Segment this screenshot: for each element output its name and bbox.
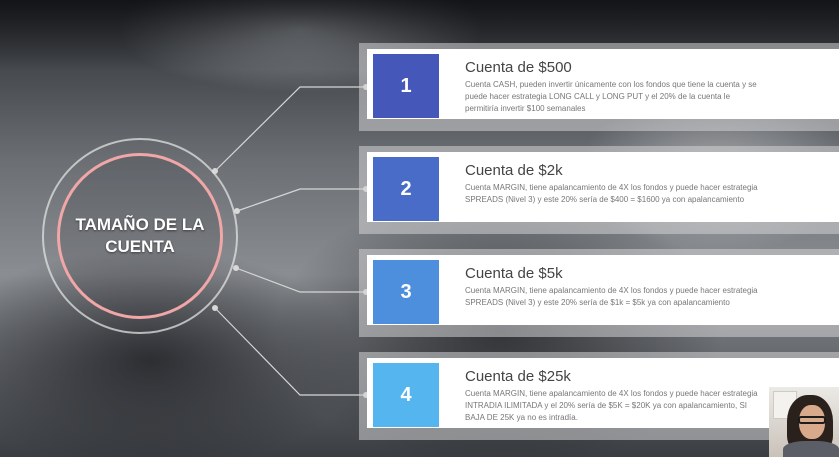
connector-line-2 — [236, 188, 366, 212]
center-circle: TAMAÑO DE LA CUENTA — [57, 153, 223, 319]
card-description: Cuenta MARGIN, tiene apalancamiento de 4… — [465, 389, 758, 422]
card-number-box: 2 — [373, 157, 439, 221]
card-number: 3 — [400, 280, 412, 303]
connector-line-4 — [214, 307, 366, 396]
presenter-shirt — [783, 441, 839, 457]
card-description: Cuenta CASH, pueden invertir únicamente … — [465, 80, 757, 113]
card-body: 1 Cuenta de $500 Cuenta CASH, pueden inv… — [367, 49, 839, 119]
account-card-1: 1 Cuenta de $500 Cuenta CASH, pueden inv… — [359, 43, 839, 131]
card-number: 4 — [400, 383, 412, 406]
card-description: Cuenta MARGIN, tiene apalancamiento de 4… — [465, 286, 758, 307]
card-title: Cuenta de $5k — [465, 265, 563, 282]
card-number: 2 — [400, 177, 412, 200]
card-number: 1 — [400, 74, 412, 97]
card-number-box: 1 — [373, 54, 439, 118]
account-card-3: 3 Cuenta de $5k Cuenta MARGIN, tiene apa… — [359, 249, 839, 337]
account-card-2: 2 Cuenta de $2k Cuenta MARGIN, tiene apa… — [359, 146, 839, 234]
card-body: 2 Cuenta de $2k Cuenta MARGIN, tiene apa… — [367, 152, 839, 222]
connector-dot — [233, 265, 239, 271]
webcam-overlay — [769, 387, 839, 457]
card-number-box: 4 — [373, 363, 439, 427]
account-card-4: 4 Cuenta de $25k Cuenta MARGIN, tiene ap… — [359, 352, 839, 440]
connector-line-3 — [235, 267, 366, 293]
card-title: Cuenta de $500 — [465, 59, 572, 76]
card-title: Cuenta de $2k — [465, 162, 563, 179]
connector-line-1 — [214, 86, 366, 172]
card-description: Cuenta MARGIN, tiene apalancamiento de 4… — [465, 183, 758, 204]
card-title: Cuenta de $25k — [465, 368, 571, 385]
center-title: TAMAÑO DE LA CUENTA — [75, 215, 205, 256]
card-body: 3 Cuenta de $5k Cuenta MARGIN, tiene apa… — [367, 255, 839, 325]
glasses-icon — [798, 416, 826, 424]
card-number-box: 3 — [373, 260, 439, 324]
